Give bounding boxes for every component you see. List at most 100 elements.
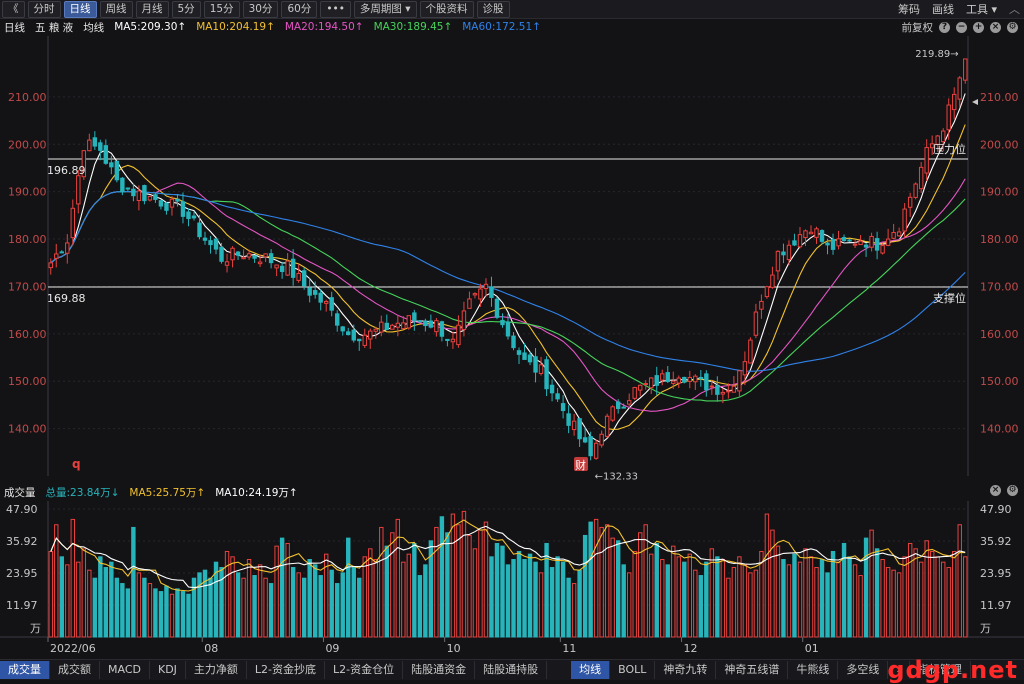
tab-60min[interactable]: 60分 bbox=[281, 1, 318, 18]
date-label: 12 bbox=[684, 642, 698, 655]
high-price-label: 219.89→ bbox=[915, 49, 958, 60]
tab-daily[interactable]: 日线 bbox=[63, 1, 97, 18]
indicator-tab[interactable]: L2-资金仓位 bbox=[325, 661, 404, 679]
candle-body bbox=[577, 418, 582, 440]
date-label: 11 bbox=[562, 642, 576, 655]
indicator-tab[interactable]: 陆股通资金 bbox=[403, 661, 476, 679]
zoom-out-icon[interactable]: − bbox=[956, 21, 967, 33]
volume-bar bbox=[615, 540, 621, 638]
volume-settings-icon[interactable]: ⚙ bbox=[1007, 485, 1018, 496]
candle-body bbox=[351, 329, 356, 341]
candle-body bbox=[379, 321, 384, 333]
volume-bar bbox=[417, 575, 423, 638]
adjust-mode[interactable]: 前复权 bbox=[902, 20, 934, 35]
tools-menu[interactable]: 工具 ▾ bbox=[966, 1, 997, 17]
indicator-tab[interactable]: 主力净额 bbox=[186, 661, 247, 679]
candle-body bbox=[649, 377, 654, 389]
volume-label[interactable]: 成交量 bbox=[4, 485, 36, 500]
candle-body bbox=[709, 385, 715, 388]
candle-body bbox=[114, 160, 120, 181]
tab-monthly[interactable]: 月线 bbox=[135, 1, 169, 18]
chips-button[interactable]: 筹码 bbox=[898, 1, 920, 17]
candle-body bbox=[665, 372, 670, 383]
candle-body bbox=[682, 376, 687, 383]
candle-body bbox=[885, 238, 891, 246]
volume-chart[interactable]: 47.90 47.90 35.92 35.92 23.95 23.95 11.97 11.97… bbox=[0, 501, 1024, 658]
tab-intraday[interactable]: 分时 bbox=[27, 1, 61, 18]
tab-weekly[interactable]: 周线 bbox=[99, 1, 133, 18]
volume-bar bbox=[880, 559, 885, 638]
candle-body bbox=[180, 201, 186, 217]
tab-15min[interactable]: 15分 bbox=[203, 1, 240, 18]
date-label: 10 bbox=[447, 642, 461, 655]
candle-body bbox=[808, 231, 814, 235]
multi-period-button[interactable]: 多周期图 ▾ bbox=[353, 1, 417, 18]
indicator-tab[interactable]: 陆股通持股 bbox=[475, 661, 548, 679]
candle-body bbox=[472, 293, 478, 296]
indicator-tabs: 成交量 成交额 MACD KDJ 主力净额 L2-资金抄底 L2-资金仓位 陆股通资金 陆股通持… bbox=[0, 659, 1024, 680]
overlay-tab[interactable]: 神奇五线谱 bbox=[716, 661, 789, 679]
volume-bar bbox=[290, 567, 296, 638]
volume-bar bbox=[263, 577, 268, 638]
candle-body bbox=[417, 320, 423, 323]
candle-body bbox=[632, 387, 637, 399]
volume-ma10: MA10:24.19万↑ bbox=[215, 486, 298, 499]
indicator-tab[interactable]: L2-资金抄底 bbox=[247, 661, 326, 679]
volume-bar bbox=[461, 510, 467, 638]
candle-body bbox=[412, 312, 417, 321]
candle-body bbox=[483, 283, 489, 290]
candle-body bbox=[869, 235, 874, 248]
overlay-tab[interactable]: 牛熊线 bbox=[788, 661, 839, 679]
volume-bar bbox=[720, 559, 726, 638]
candle-body bbox=[555, 393, 560, 400]
volume-bar bbox=[549, 567, 555, 638]
candle-body bbox=[191, 215, 197, 219]
candle-body bbox=[830, 238, 836, 250]
candle-body bbox=[59, 251, 64, 254]
candle-body bbox=[169, 198, 175, 208]
price-chart[interactable]: 210.00 200.00 190.00 180.00 170.00 160.00 150.… bbox=[0, 36, 1024, 481]
candle-body bbox=[797, 234, 803, 248]
candle-body bbox=[296, 273, 301, 281]
more-periods-button[interactable]: ••• bbox=[320, 1, 351, 18]
tab-5min[interactable]: 5分 bbox=[171, 1, 201, 18]
overlay-tab[interactable]: 均线 bbox=[571, 661, 611, 679]
indicator-tab[interactable]: 成交额 bbox=[50, 661, 100, 679]
stock-info-button[interactable]: 个股资料 bbox=[419, 1, 474, 18]
volume-bar bbox=[731, 567, 737, 638]
tab-30min[interactable]: 30分 bbox=[242, 1, 279, 18]
volume-bar bbox=[863, 537, 869, 638]
volume-bar bbox=[704, 561, 709, 638]
volume-controls: × ⚙ bbox=[990, 485, 1018, 496]
overlay-tab[interactable]: 多空线 bbox=[838, 661, 889, 679]
indicator-tab[interactable]: KDJ bbox=[150, 661, 186, 679]
candle-body bbox=[748, 339, 753, 364]
overlay-tab[interactable]: BOLL bbox=[610, 661, 656, 679]
candle-body bbox=[153, 194, 158, 200]
chevron-up-icon[interactable]: ︿ bbox=[1009, 1, 1020, 17]
candle-body bbox=[329, 297, 334, 311]
zoom-in-icon[interactable]: + bbox=[973, 21, 984, 33]
price-tick-right: 180.00 bbox=[980, 233, 1019, 246]
diagnose-button[interactable]: 诊股 bbox=[476, 1, 510, 18]
support-value: 169.88 bbox=[47, 292, 86, 305]
indicator-tab[interactable]: 成交量 bbox=[0, 661, 50, 679]
draw-line-button[interactable]: 画线 bbox=[932, 1, 954, 17]
back-icon[interactable]: 《 bbox=[2, 1, 25, 18]
help-icon[interactable]: ? bbox=[939, 21, 950, 33]
volume-bar bbox=[406, 553, 412, 638]
volume-close-icon[interactable]: × bbox=[990, 485, 1001, 496]
ma-type-label[interactable]: 均线 bbox=[83, 20, 104, 35]
candle-body bbox=[428, 320, 434, 328]
close-icon[interactable]: × bbox=[990, 21, 1001, 33]
indicator-tab[interactable]: MACD bbox=[100, 661, 150, 679]
candle-body bbox=[235, 251, 241, 256]
settings-icon[interactable]: ⚙ bbox=[1007, 21, 1018, 33]
overlay-tab[interactable]: 神奇九转 bbox=[655, 661, 717, 679]
candle-body bbox=[671, 380, 676, 384]
candle-body bbox=[786, 244, 792, 261]
volume-bar bbox=[186, 593, 191, 638]
candle-body bbox=[753, 311, 759, 336]
candle-body bbox=[478, 288, 483, 300]
candle-body bbox=[566, 413, 571, 426]
